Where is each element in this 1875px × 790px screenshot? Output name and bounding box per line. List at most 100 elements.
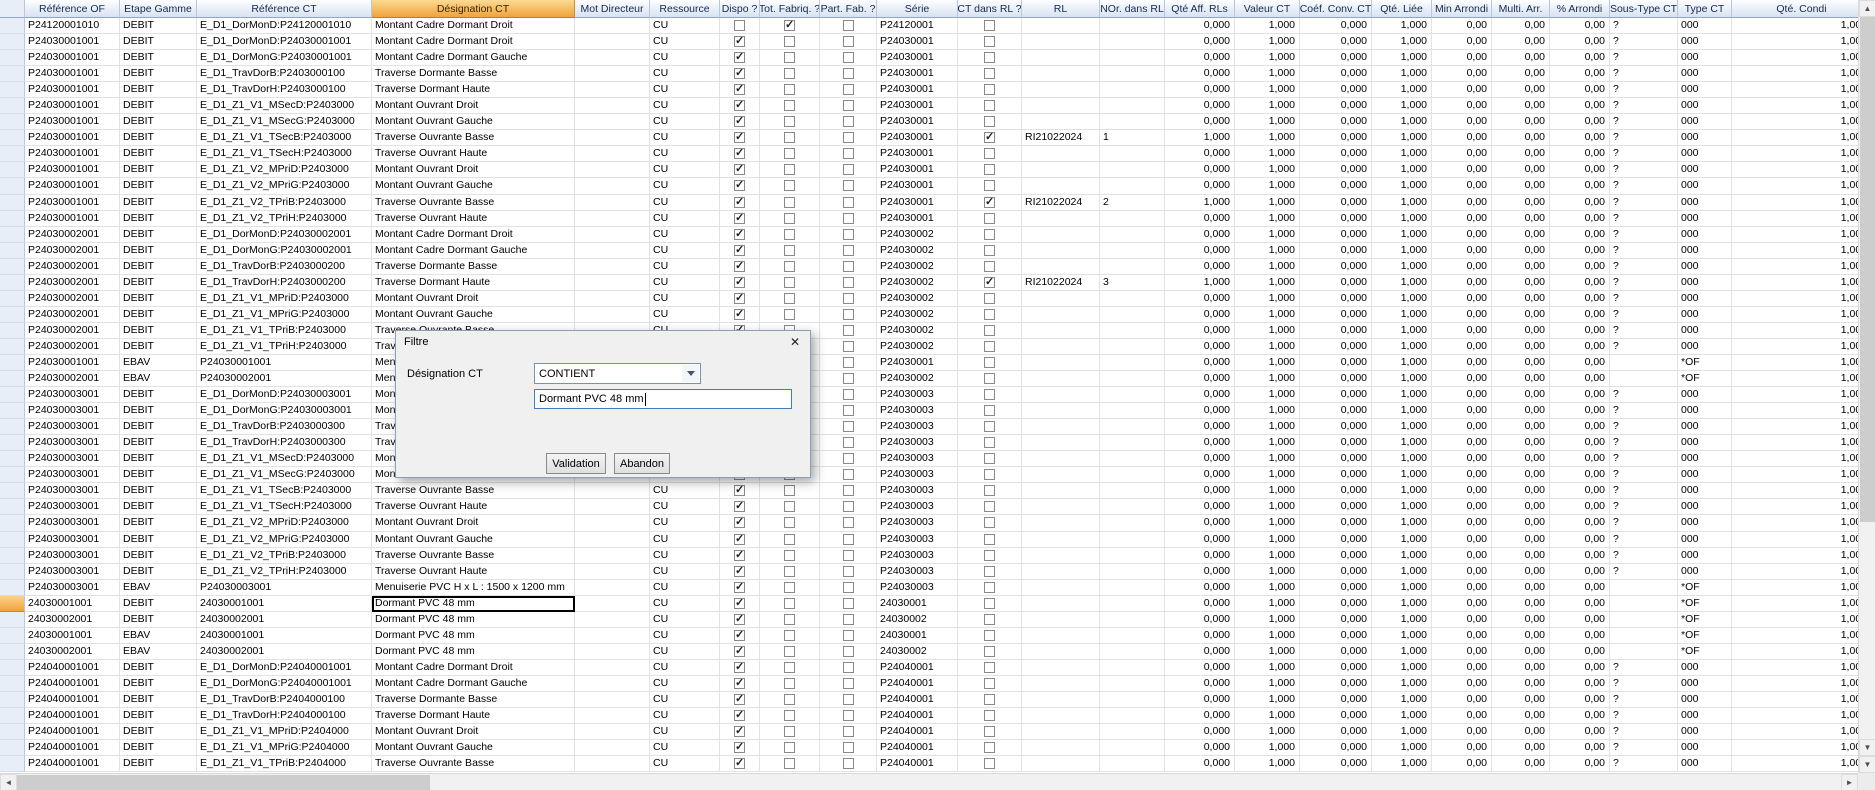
scroll-right-button[interactable]: ► [1841,774,1858,790]
cell-qte-aff-rls[interactable]: 0,000 [1165,435,1235,451]
cell-coef-conv-ct[interactable]: 0,000 [1300,435,1372,451]
cell-qte-condi[interactable]: 1,000 [1732,227,1858,243]
cell-qte-aff-rls[interactable]: 1,000 [1165,195,1235,211]
cell-serie[interactable]: P24030001 [877,130,958,146]
cell-nor-dans-rl[interactable] [1100,644,1165,660]
row-selector[interactable] [0,451,25,467]
cell-qte-aff-rls[interactable]: 0,000 [1165,451,1235,467]
cell-qte-condi[interactable]: 1,000 [1732,146,1858,162]
cell-multi-arr[interactable]: 0,00 [1492,50,1550,66]
cell-etape-gamme[interactable]: DEBIT [120,756,197,772]
cell-designation-ct[interactable]: Montant Ouvrant Droit [372,98,575,114]
cell-ref-ct[interactable]: E_D1_Z1_V1_MPriD:P2404000 [197,724,372,740]
cell-type-ct[interactable]: 000 [1678,66,1732,82]
cell-rl[interactable] [1022,467,1100,483]
cell-sous-type-ct[interactable]: ? [1610,483,1678,499]
cell-min-arrondi[interactable]: 0,00 [1432,259,1492,275]
cell-qte-liee[interactable]: 1,000 [1372,483,1432,499]
row-selector[interactable] [0,483,25,499]
row-selector[interactable] [0,178,25,194]
cell-nor-dans-rl[interactable] [1100,50,1165,66]
cell-pct-arrondi[interactable]: 0,00 [1550,114,1610,130]
cell-qte-condi[interactable]: 1,000 [1732,596,1858,612]
column-header-sous-type-ct[interactable]: Sous-Type CT [1610,0,1678,18]
cell-ref-of[interactable]: P24030001001 [25,50,120,66]
cell-ct-dans-rl[interactable] [958,275,1022,291]
cell-qte-condi[interactable]: 1,000 [1732,628,1858,644]
cell-nor-dans-rl[interactable] [1100,628,1165,644]
cell-mot-directeur[interactable] [575,227,650,243]
cell-ref-ct[interactable]: E_D1_TravDorB:P2404000100 [197,692,372,708]
cell-qte-liee[interactable]: 1,000 [1372,644,1432,660]
cell-nor-dans-rl[interactable] [1100,114,1165,130]
cell-sous-type-ct[interactable]: ? [1610,435,1678,451]
cell-ressource[interactable]: CU [650,596,720,612]
cell-valeur-ct[interactable]: 1,000 [1235,371,1300,387]
cell-valeur-ct[interactable]: 1,000 [1235,499,1300,515]
cell-qte-liee[interactable]: 1,000 [1372,339,1432,355]
cell-min-arrondi[interactable]: 0,00 [1432,548,1492,564]
cell-type-ct[interactable]: 000 [1678,483,1732,499]
cell-ref-of[interactable]: P24030002001 [25,275,120,291]
cell-qte-condi[interactable]: 1,000 [1732,98,1858,114]
cell-min-arrondi[interactable]: 0,00 [1432,564,1492,580]
cell-coef-conv-ct[interactable]: 0,000 [1300,66,1372,82]
cell-nor-dans-rl[interactable] [1100,82,1165,98]
cell-pct-arrondi[interactable]: 0,00 [1550,580,1610,596]
cell-multi-arr[interactable]: 0,00 [1492,114,1550,130]
cell-etape-gamme[interactable]: DEBIT [120,211,197,227]
cell-designation-ct[interactable]: Traverse Ouvrant Haute [372,211,575,227]
cell-nor-dans-rl[interactable] [1100,98,1165,114]
cell-qte-condi[interactable]: 1,000 [1732,403,1858,419]
cell-nor-dans-rl[interactable] [1100,596,1165,612]
cell-ref-ct[interactable]: E_D1_Z1_V2_MPriD:P2403000 [197,515,372,531]
row-selector[interactable] [0,419,25,435]
cell-sous-type-ct[interactable]: ? [1610,692,1678,708]
cell-ref-of[interactable]: 24030001001 [25,596,120,612]
cell-nor-dans-rl[interactable] [1100,291,1165,307]
cell-pct-arrondi[interactable]: 0,00 [1550,724,1610,740]
cell-dispo[interactable] [720,596,760,612]
cell-qte-condi[interactable]: 1,000 [1732,532,1858,548]
vertical-scrollbar[interactable]: ▲ ▼ ▼ [1858,0,1875,773]
cell-ref-ct[interactable]: E_D1_Z1_V1_MSecD:P2403000 [197,451,372,467]
cell-qte-aff-rls[interactable]: 0,000 [1165,564,1235,580]
cell-designation-ct[interactable]: Traverse Ouvrante Basse [372,756,575,772]
cell-ressource[interactable]: CU [650,243,720,259]
cell-type-ct[interactable]: 000 [1678,275,1732,291]
cell-dispo[interactable] [720,146,760,162]
row-selector[interactable] [0,644,25,660]
cell-ressource[interactable]: CU [650,146,720,162]
cell-ressource[interactable]: CU [650,98,720,114]
cell-min-arrondi[interactable]: 0,00 [1432,387,1492,403]
cell-dispo[interactable] [720,483,760,499]
cell-ct-dans-rl[interactable] [958,355,1022,371]
cell-serie[interactable]: P24030002 [877,259,958,275]
cell-ref-ct[interactable]: E_D1_Z1_V1_MPriG:P2403000 [197,307,372,323]
cell-serie[interactable]: P24120001 [877,18,958,34]
cell-valeur-ct[interactable]: 1,000 [1235,339,1300,355]
cell-qte-condi[interactable]: 1,000 [1732,499,1858,515]
cell-part-fab[interactable] [820,580,877,596]
cell-ref-ct[interactable]: E_D1_Z1_V2_TPriB:P2403000 [197,195,372,211]
cell-qte-aff-rls[interactable]: 0,000 [1165,259,1235,275]
cell-nor-dans-rl[interactable] [1100,339,1165,355]
cell-dispo[interactable] [720,564,760,580]
cell-sous-type-ct[interactable]: ? [1610,195,1678,211]
cell-sous-type-ct[interactable]: ? [1610,548,1678,564]
cell-multi-arr[interactable]: 0,00 [1492,708,1550,724]
cell-serie[interactable]: P24030003 [877,499,958,515]
horizontal-scrollbar-thumb[interactable] [17,775,430,790]
cell-ref-ct[interactable]: E_D1_Z1_V1_TPriB:P2404000 [197,756,372,772]
cell-etape-gamme[interactable]: DEBIT [120,387,197,403]
column-header-type-ct[interactable]: Type CT [1678,0,1732,18]
row-selector[interactable] [0,612,25,628]
cell-type-ct[interactable]: 000 [1678,532,1732,548]
cell-part-fab[interactable] [820,564,877,580]
cell-serie[interactable]: P24030002 [877,227,958,243]
cell-rl[interactable] [1022,756,1100,772]
cell-part-fab[interactable] [820,227,877,243]
cell-ct-dans-rl[interactable] [958,515,1022,531]
cell-tot-fabriq[interactable] [760,676,820,692]
cell-tot-fabriq[interactable] [760,307,820,323]
